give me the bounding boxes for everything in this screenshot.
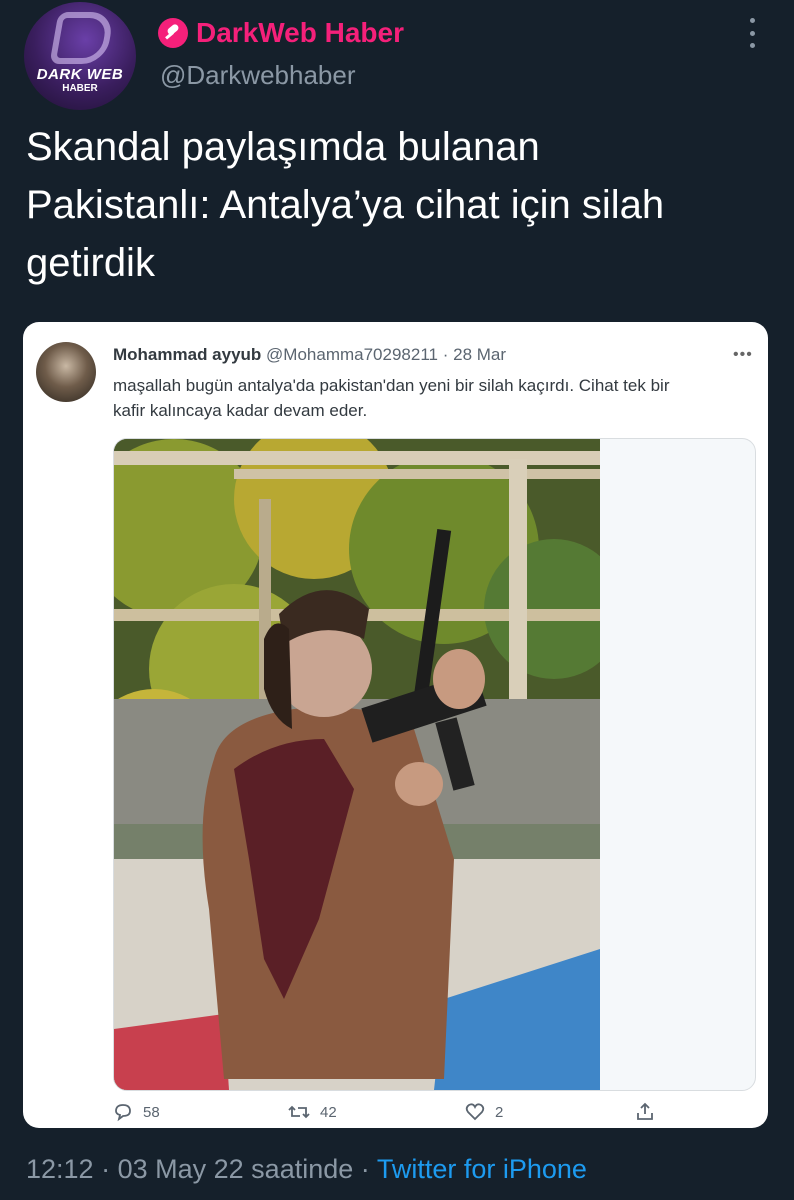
embedded-actions: 58 42 2	[23, 1102, 768, 1128]
embedded-separator: ·	[442, 345, 449, 364]
avatar[interactable]: DARK WEB HABER	[24, 2, 136, 110]
embedded-retweet: 42	[288, 1102, 337, 1122]
embedded-reply: 58	[113, 1102, 160, 1122]
embedded-name: Mohammad ayyub	[113, 345, 262, 364]
user-handle[interactable]: @Darkwebhaber	[160, 60, 355, 91]
tweet-source-link[interactable]: Twitter for iPhone	[377, 1154, 587, 1184]
reply-count: 58	[143, 1103, 160, 1121]
embedded-image[interactable]: Mohammad ayyub @Mohamma70298211 · 28 Mar…	[23, 322, 768, 1128]
embedded-header: Mohammad ayyub @Mohamma70298211 · 28 Mar	[113, 345, 506, 365]
author-name-row[interactable]: DarkWeb Haber	[158, 16, 404, 50]
embedded-date: 28 Mar	[453, 345, 507, 364]
meta-separator: ·	[101, 1154, 111, 1184]
embedded-handle: @Mohamma70298211	[266, 345, 438, 364]
embedded-media-frame	[113, 438, 756, 1091]
like-count: 2	[495, 1103, 504, 1121]
meta-separator: ·	[360, 1154, 370, 1184]
avatar-brand-subtext: HABER	[62, 83, 98, 94]
tweet-time[interactable]: 12:12	[26, 1154, 94, 1184]
retweet-icon	[288, 1105, 310, 1119]
reply-icon	[115, 1104, 131, 1122]
embedded-avatar	[36, 342, 96, 402]
share-icon	[637, 1102, 653, 1120]
tweet-text: Skandal paylaşımda bulanan Pakistanlı: A…	[26, 125, 665, 285]
heart-icon	[465, 1103, 485, 1121]
embedded-like: 2	[465, 1102, 503, 1122]
more-options-icon[interactable]	[746, 18, 758, 48]
microphone-icon	[158, 18, 188, 48]
tweet-meta: 12:12 · 03 May 22 saatinde · Twitter for…	[26, 1154, 587, 1185]
retweet-count: 42	[320, 1103, 337, 1121]
embedded-text: maşallah bugün antalya'da pakistan'dan y…	[113, 376, 670, 420]
logo-glyph	[49, 12, 115, 64]
embedded-more-icon: •••	[733, 346, 753, 363]
embedded-photo	[114, 439, 600, 1090]
display-name[interactable]: DarkWeb Haber	[196, 17, 404, 49]
tweet-date[interactable]: 03 May 22 saatinde	[118, 1154, 354, 1184]
embedded-share	[635, 1102, 655, 1122]
avatar-brand-text: DARK WEB	[36, 66, 124, 83]
